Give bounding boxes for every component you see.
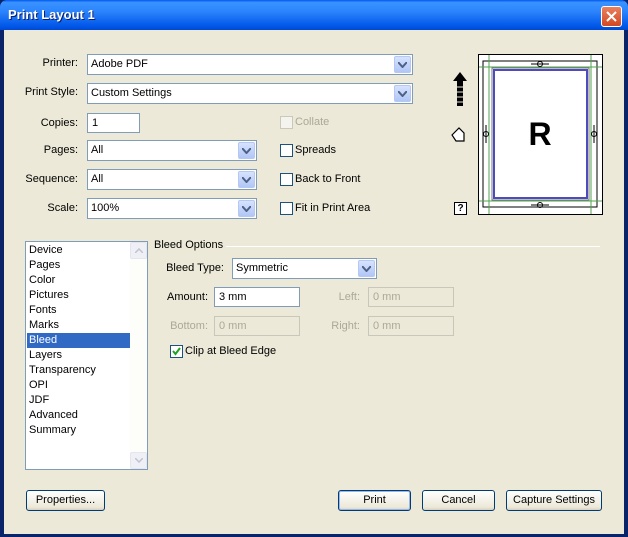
sidebar-item-marks[interactable]: Marks [27, 318, 130, 333]
back-to-front-checkbox[interactable] [280, 173, 293, 186]
scale-label: Scale: [47, 202, 78, 214]
chevron-down-icon[interactable] [358, 260, 375, 277]
sidebar-item-advanced[interactable]: Advanced [27, 408, 130, 423]
sidebar-item-bleed[interactable]: Bleed [27, 333, 130, 348]
window-title: Print Layout 1 [8, 7, 95, 22]
spreads-label: Spreads [295, 144, 336, 156]
sidebar-item-jdf[interactable]: JDF [27, 393, 130, 408]
back-to-front-label: Back to Front [295, 173, 361, 185]
sidebar-item-opi[interactable]: OPI [27, 378, 130, 393]
close-icon [606, 11, 617, 22]
bottom-label: Bottom: [170, 320, 208, 332]
right-value: 0 mm [373, 320, 401, 332]
chevron-down-icon[interactable] [394, 85, 411, 102]
checkmark-icon [172, 347, 181, 356]
print-style-value: Custom Settings [91, 87, 172, 99]
sidebar-item-device[interactable]: Device [27, 243, 130, 258]
chevron-down-icon[interactable] [394, 56, 411, 73]
clip-at-bleed-edge-label: Clip at Bleed Edge [185, 345, 277, 357]
bottom-value: 0 mm [219, 320, 247, 332]
bottom-input[interactable]: 0 mm [214, 316, 300, 336]
pages-value: All [91, 144, 104, 156]
right-input[interactable]: 0 mm [368, 316, 454, 336]
dialog-body: Printer: Adobe PDF Print Style: Custom S… [4, 30, 624, 534]
sequence-label: Sequence: [25, 173, 78, 185]
bleed-options-title: Bleed Options [154, 239, 224, 251]
page-preview-graphic: R [479, 55, 602, 214]
list-scrollbar[interactable] [130, 242, 147, 469]
page-direction-arrow-icon[interactable] [452, 72, 468, 106]
printer-label: Printer: [42, 57, 78, 69]
sidebar-item-layers[interactable]: Layers [27, 348, 130, 363]
clip-at-bleed-edge-checkbox[interactable] [170, 345, 183, 358]
printer-value: Adobe PDF [91, 58, 148, 70]
bleed-type-label: Bleed Type: [166, 262, 224, 274]
spreads-checkbox[interactable] [280, 144, 293, 157]
chevron-down-icon[interactable] [238, 200, 255, 217]
print-layout-dialog: Print Layout 1 Printer: Adobe PDF Print … [0, 0, 628, 537]
pages-combo[interactable]: All [87, 140, 257, 161]
collate-checkbox[interactable] [280, 116, 293, 129]
copies-value: 1 [92, 117, 99, 129]
sidebar-item-transparency[interactable]: Transparency [27, 363, 130, 378]
scroll-up-button[interactable] [130, 242, 147, 259]
left-label: Left: [338, 291, 360, 303]
print-button[interactable]: Print [338, 490, 411, 511]
settings-category-list[interactable]: Device Pages Color Pictures Fonts Marks Bleed L… [25, 241, 148, 470]
help-icon[interactable]: ? [454, 202, 467, 215]
scroll-down-button[interactable] [130, 452, 147, 469]
page-position-icon[interactable] [450, 126, 466, 144]
close-button[interactable] [601, 6, 622, 27]
properties-button[interactable]: Properties... [26, 490, 105, 511]
cancel-button[interactable]: Cancel [422, 490, 495, 511]
sequence-combo[interactable]: All [87, 169, 257, 190]
sidebar-item-pictures[interactable]: Pictures [27, 288, 130, 303]
bleed-options-divider [226, 246, 600, 247]
sidebar-item-summary[interactable]: Summary [27, 423, 130, 438]
pages-label: Pages: [43, 144, 78, 156]
capture-settings-button[interactable]: Capture Settings [506, 490, 602, 511]
preview-letter: R [528, 116, 551, 152]
print-style-label: Print Style: [24, 86, 78, 98]
sequence-value: All [91, 173, 104, 185]
title-bar[interactable]: Print Layout 1 [0, 0, 628, 30]
fit-in-print-area-label: Fit in Print Area [295, 202, 371, 214]
bleed-type-dropdown[interactable]: Symmetric [232, 258, 377, 279]
sidebar-item-color[interactable]: Color [27, 273, 130, 288]
fit-in-print-area-checkbox[interactable] [280, 202, 293, 215]
print-style-dropdown[interactable]: Custom Settings [87, 83, 413, 104]
chevron-down-icon[interactable] [238, 171, 255, 188]
left-input[interactable]: 0 mm [368, 287, 454, 307]
amount-value: 3 mm [219, 291, 247, 303]
bleed-type-value: Symmetric [236, 262, 288, 274]
copies-label: Copies: [40, 117, 78, 129]
page-preview: R [478, 54, 603, 215]
amount-label: Amount: [167, 291, 208, 303]
scale-combo[interactable]: 100% [87, 198, 257, 219]
copies-input[interactable]: 1 [87, 113, 140, 133]
right-label: Right: [331, 320, 360, 332]
sidebar-item-pages[interactable]: Pages [27, 258, 130, 273]
amount-input[interactable]: 3 mm [214, 287, 300, 307]
scale-value: 100% [91, 202, 120, 214]
chevron-up-icon [135, 248, 143, 253]
collate-label: Collate [295, 116, 330, 128]
printer-dropdown[interactable]: Adobe PDF [87, 54, 413, 75]
chevron-down-icon[interactable] [238, 142, 255, 159]
sidebar-item-fonts[interactable]: Fonts [27, 303, 130, 318]
left-value: 0 mm [373, 291, 401, 303]
chevron-down-icon [135, 458, 143, 463]
